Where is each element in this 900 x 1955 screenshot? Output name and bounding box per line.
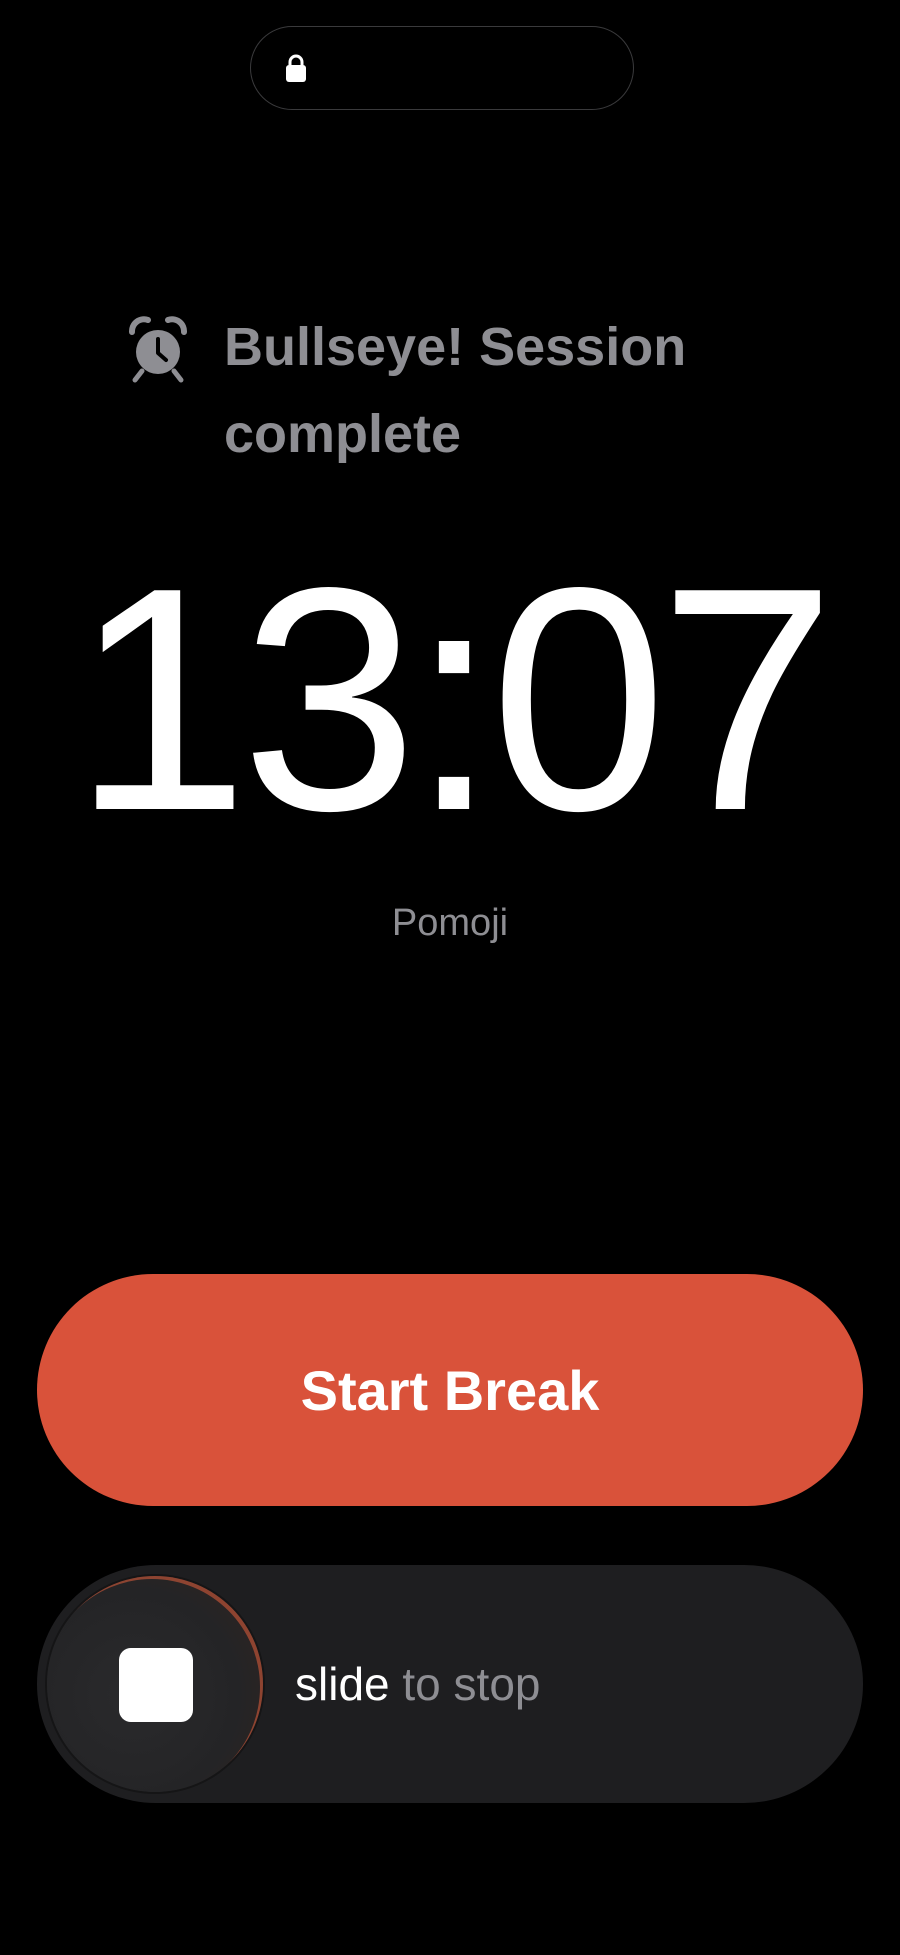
clock-time: 13:07 (72, 522, 836, 877)
app-name-label: Pomoji (391, 902, 509, 944)
slider-label-highlight: slide (295, 1658, 390, 1710)
dynamic-island (250, 26, 634, 110)
slider-label-rest: to stop (389, 1658, 541, 1710)
slider-knob[interactable] (47, 1576, 263, 1792)
slide-to-stop-slider[interactable]: slide to stop (37, 1565, 863, 1803)
slider-label: slide to stop (295, 1565, 540, 1803)
start-break-button[interactable]: Start Break (37, 1274, 863, 1506)
lock-icon (286, 54, 306, 82)
stop-square-icon (119, 1648, 193, 1722)
alarm-clock-icon (129, 316, 187, 383)
alarm-title: Bullseye! Session complete (224, 317, 687, 464)
